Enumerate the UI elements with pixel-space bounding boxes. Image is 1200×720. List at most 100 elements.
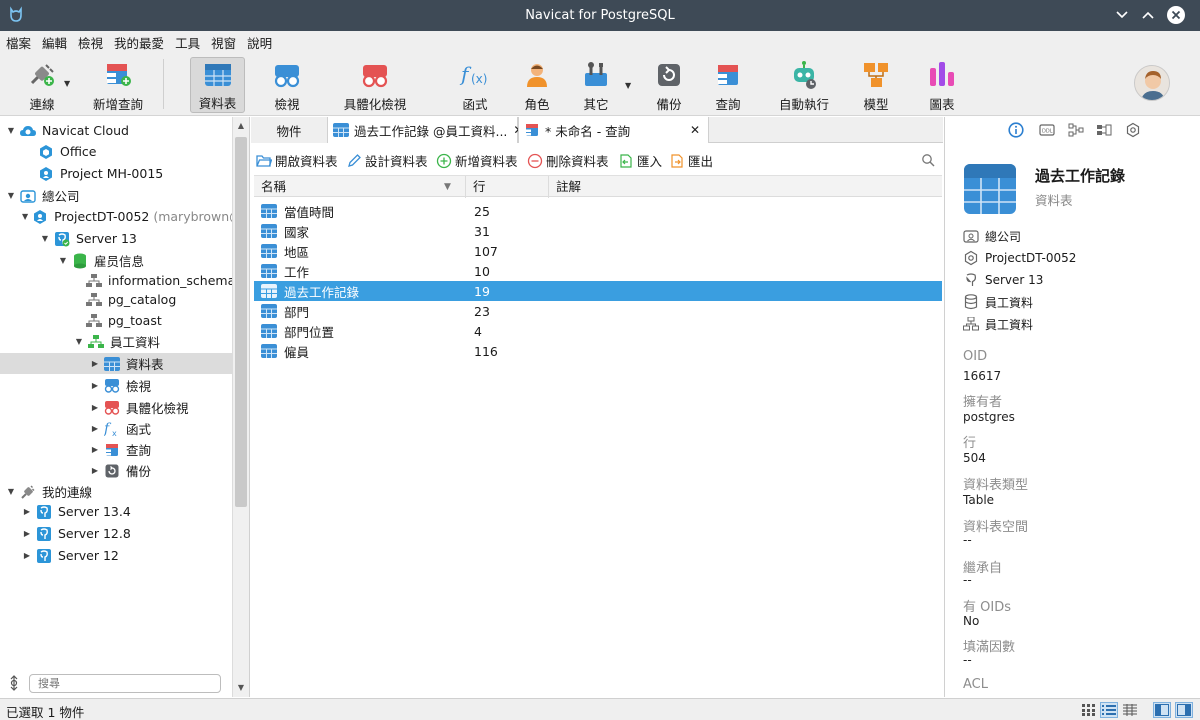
expand-arrow-icon[interactable]: ▼ [58, 256, 68, 265]
expand-arrow-icon[interactable]: ▶ [90, 403, 100, 412]
functions-button[interactable]: f (x) 函式 [455, 57, 495, 113]
backup-button[interactable]: 備份 [647, 57, 691, 113]
maximize-button[interactable] [1137, 4, 1159, 26]
tree-hq[interactable]: ▼ 總公司 [0, 185, 232, 206]
expand-arrow-icon[interactable]: ▶ [90, 466, 100, 475]
tree-server12[interactable]: ▶ Server 12 [0, 545, 232, 566]
list-view-button[interactable] [1100, 702, 1118, 718]
delete-table-button[interactable]: 刪除資料表 [527, 151, 609, 170]
expand-arrow-icon[interactable]: ▼ [74, 337, 84, 346]
expand-arrow-icon[interactable]: ▶ [90, 381, 100, 390]
tree-search-input[interactable] [29, 674, 221, 693]
column-header-rows[interactable]: 行 [466, 176, 549, 198]
tree-navicat-cloud[interactable]: ▼ Navicat Cloud [0, 120, 232, 141]
detail-view-button[interactable] [1121, 702, 1139, 718]
table-row[interactable]: 部門位置 4 [254, 321, 942, 341]
filter-icon[interactable] [8, 675, 20, 694]
expand-arrow-icon[interactable]: ▶ [22, 551, 32, 560]
tables-button[interactable]: 資料表 [190, 57, 245, 113]
sort-arrow-icon[interactable]: ▼ [444, 176, 451, 198]
tree-server13[interactable]: ▼ Server 13 [0, 228, 232, 249]
tree-schema-catalog[interactable]: pg_catalog [0, 289, 232, 310]
expand-arrow-icon[interactable]: ▶ [90, 445, 100, 454]
model-button[interactable]: 模型 [856, 57, 896, 113]
table-row[interactable]: 僱員 116 [254, 341, 942, 361]
expand-arrow-icon[interactable]: ▶ [90, 424, 100, 433]
info-tab-settings[interactable] [1124, 121, 1142, 139]
table-row-selected[interactable]: 過去工作記錄 19 [254, 281, 942, 301]
menu-view[interactable]: 檢視 [78, 33, 103, 52]
import-button[interactable]: 匯入 [618, 151, 662, 170]
table-row[interactable]: 國家 31 [254, 221, 942, 241]
expand-arrow-icon[interactable]: ▶ [90, 359, 100, 368]
table-row[interactable]: 部門 23 [254, 301, 942, 321]
open-table-button[interactable]: 開啟資料表 [256, 151, 338, 170]
tree-schema-toast[interactable]: pg_toast [0, 310, 232, 331]
expand-arrow-icon[interactable]: ▼ [6, 487, 16, 496]
table-row[interactable]: 當值時間 25 [254, 201, 942, 221]
menu-file[interactable]: 檔案 [6, 33, 31, 52]
toggle-right-pane-button[interactable] [1175, 702, 1193, 718]
tab-objects[interactable]: 物件 [251, 117, 327, 143]
tree-scrollbar[interactable]: ▲ ▼ [232, 117, 249, 697]
scrollbar-thumb[interactable] [235, 137, 247, 507]
tree-node-backups[interactable]: ▶ 備份 [0, 460, 232, 481]
menu-tools[interactable]: 工具 [175, 33, 200, 52]
close-button[interactable] [1165, 4, 1187, 26]
menu-favorites[interactable]: 我的最愛 [114, 33, 164, 52]
close-tab-icon[interactable]: ✕ [690, 123, 700, 137]
tree-schema-employee[interactable]: ▼ 員工資料 [0, 331, 232, 352]
scroll-down-icon[interactable]: ▼ [233, 683, 249, 692]
tree-server134[interactable]: ▶ Server 13.4 [0, 501, 232, 522]
tree-office[interactable]: Office [0, 141, 232, 162]
views-button[interactable]: 檢視 [265, 57, 309, 113]
info-tab-general[interactable] [1007, 121, 1025, 139]
menu-window[interactable]: 視窗 [211, 33, 236, 52]
expand-arrow-icon[interactable]: ▼ [22, 212, 28, 221]
table-row[interactable]: 工作 10 [254, 261, 942, 281]
tab-table-history[interactable]: 過去工作記錄 @員工資料... ✕ [327, 117, 523, 143]
expand-arrow-icon[interactable]: ▶ [22, 529, 32, 538]
tree-project-dt[interactable]: ▼ ProjectDT-0052 (marybrown@ [0, 206, 242, 227]
charts-button[interactable]: 圖表 [922, 57, 962, 113]
expand-arrow-icon[interactable]: ▼ [6, 191, 16, 200]
design-table-button[interactable]: 設計資料表 [346, 151, 428, 170]
tree-my-connections[interactable]: ▼ 我的連線 [0, 481, 232, 502]
automation-button[interactable]: 自動執行 [776, 57, 832, 113]
others-button[interactable]: 其它 [576, 57, 616, 113]
icon-view-button[interactable] [1080, 702, 1098, 718]
toggle-left-pane-button[interactable] [1153, 702, 1171, 718]
menu-edit[interactable]: 編輯 [42, 33, 67, 52]
tree-node-queries[interactable]: ▶ 查詢 [0, 439, 232, 460]
user-avatar[interactable] [1134, 65, 1170, 101]
info-tab-dependencies[interactable] [1067, 121, 1085, 139]
tab-untitled-query[interactable]: * 未命名 - 查詢 ✕ [518, 117, 709, 143]
column-header-name[interactable]: 名稱 ▼ [254, 176, 466, 198]
info-tab-ddl[interactable]: DDL [1038, 121, 1056, 139]
column-header-comment[interactable]: 註解 [549, 176, 942, 198]
tree-db-employee-info[interactable]: ▼ 雇员信息 [0, 250, 232, 271]
search-objects-button[interactable] [920, 152, 939, 168]
tree-node-tables[interactable]: ▶ 資料表 [0, 353, 232, 374]
new-query-button[interactable]: 新增查詢 [88, 57, 148, 113]
new-table-button[interactable]: 新增資料表 [436, 151, 518, 170]
tree-node-functions[interactable]: ▶ fx 函式 [0, 418, 232, 439]
menu-help[interactable]: 說明 [247, 33, 272, 52]
roles-button[interactable]: 角色 [517, 57, 557, 113]
tree-schema-information[interactable]: information_schema [0, 270, 235, 291]
tree-node-matviews[interactable]: ▶ 具體化檢視 [0, 397, 232, 418]
table-row[interactable]: 地區 107 [254, 241, 942, 261]
connect-button[interactable]: 連線 [14, 57, 70, 113]
query-button[interactable]: 查詢 [708, 57, 748, 113]
info-tab-layout[interactable] [1095, 121, 1113, 139]
tree-project-mh[interactable]: Project MH-0015 [0, 163, 232, 184]
others-dropdown-icon[interactable]: ▼ [625, 81, 631, 90]
minimize-button[interactable] [1111, 4, 1133, 26]
expand-arrow-icon[interactable]: ▶ [22, 507, 32, 516]
scroll-up-icon[interactable]: ▲ [233, 121, 249, 130]
materialized-views-button[interactable]: 具體化檢視 [340, 57, 410, 113]
expand-arrow-icon[interactable]: ▼ [6, 126, 16, 135]
connect-dropdown-icon[interactable]: ▼ [64, 79, 70, 88]
tree-node-views[interactable]: ▶ 檢視 [0, 375, 232, 396]
expand-arrow-icon[interactable]: ▼ [40, 234, 50, 243]
